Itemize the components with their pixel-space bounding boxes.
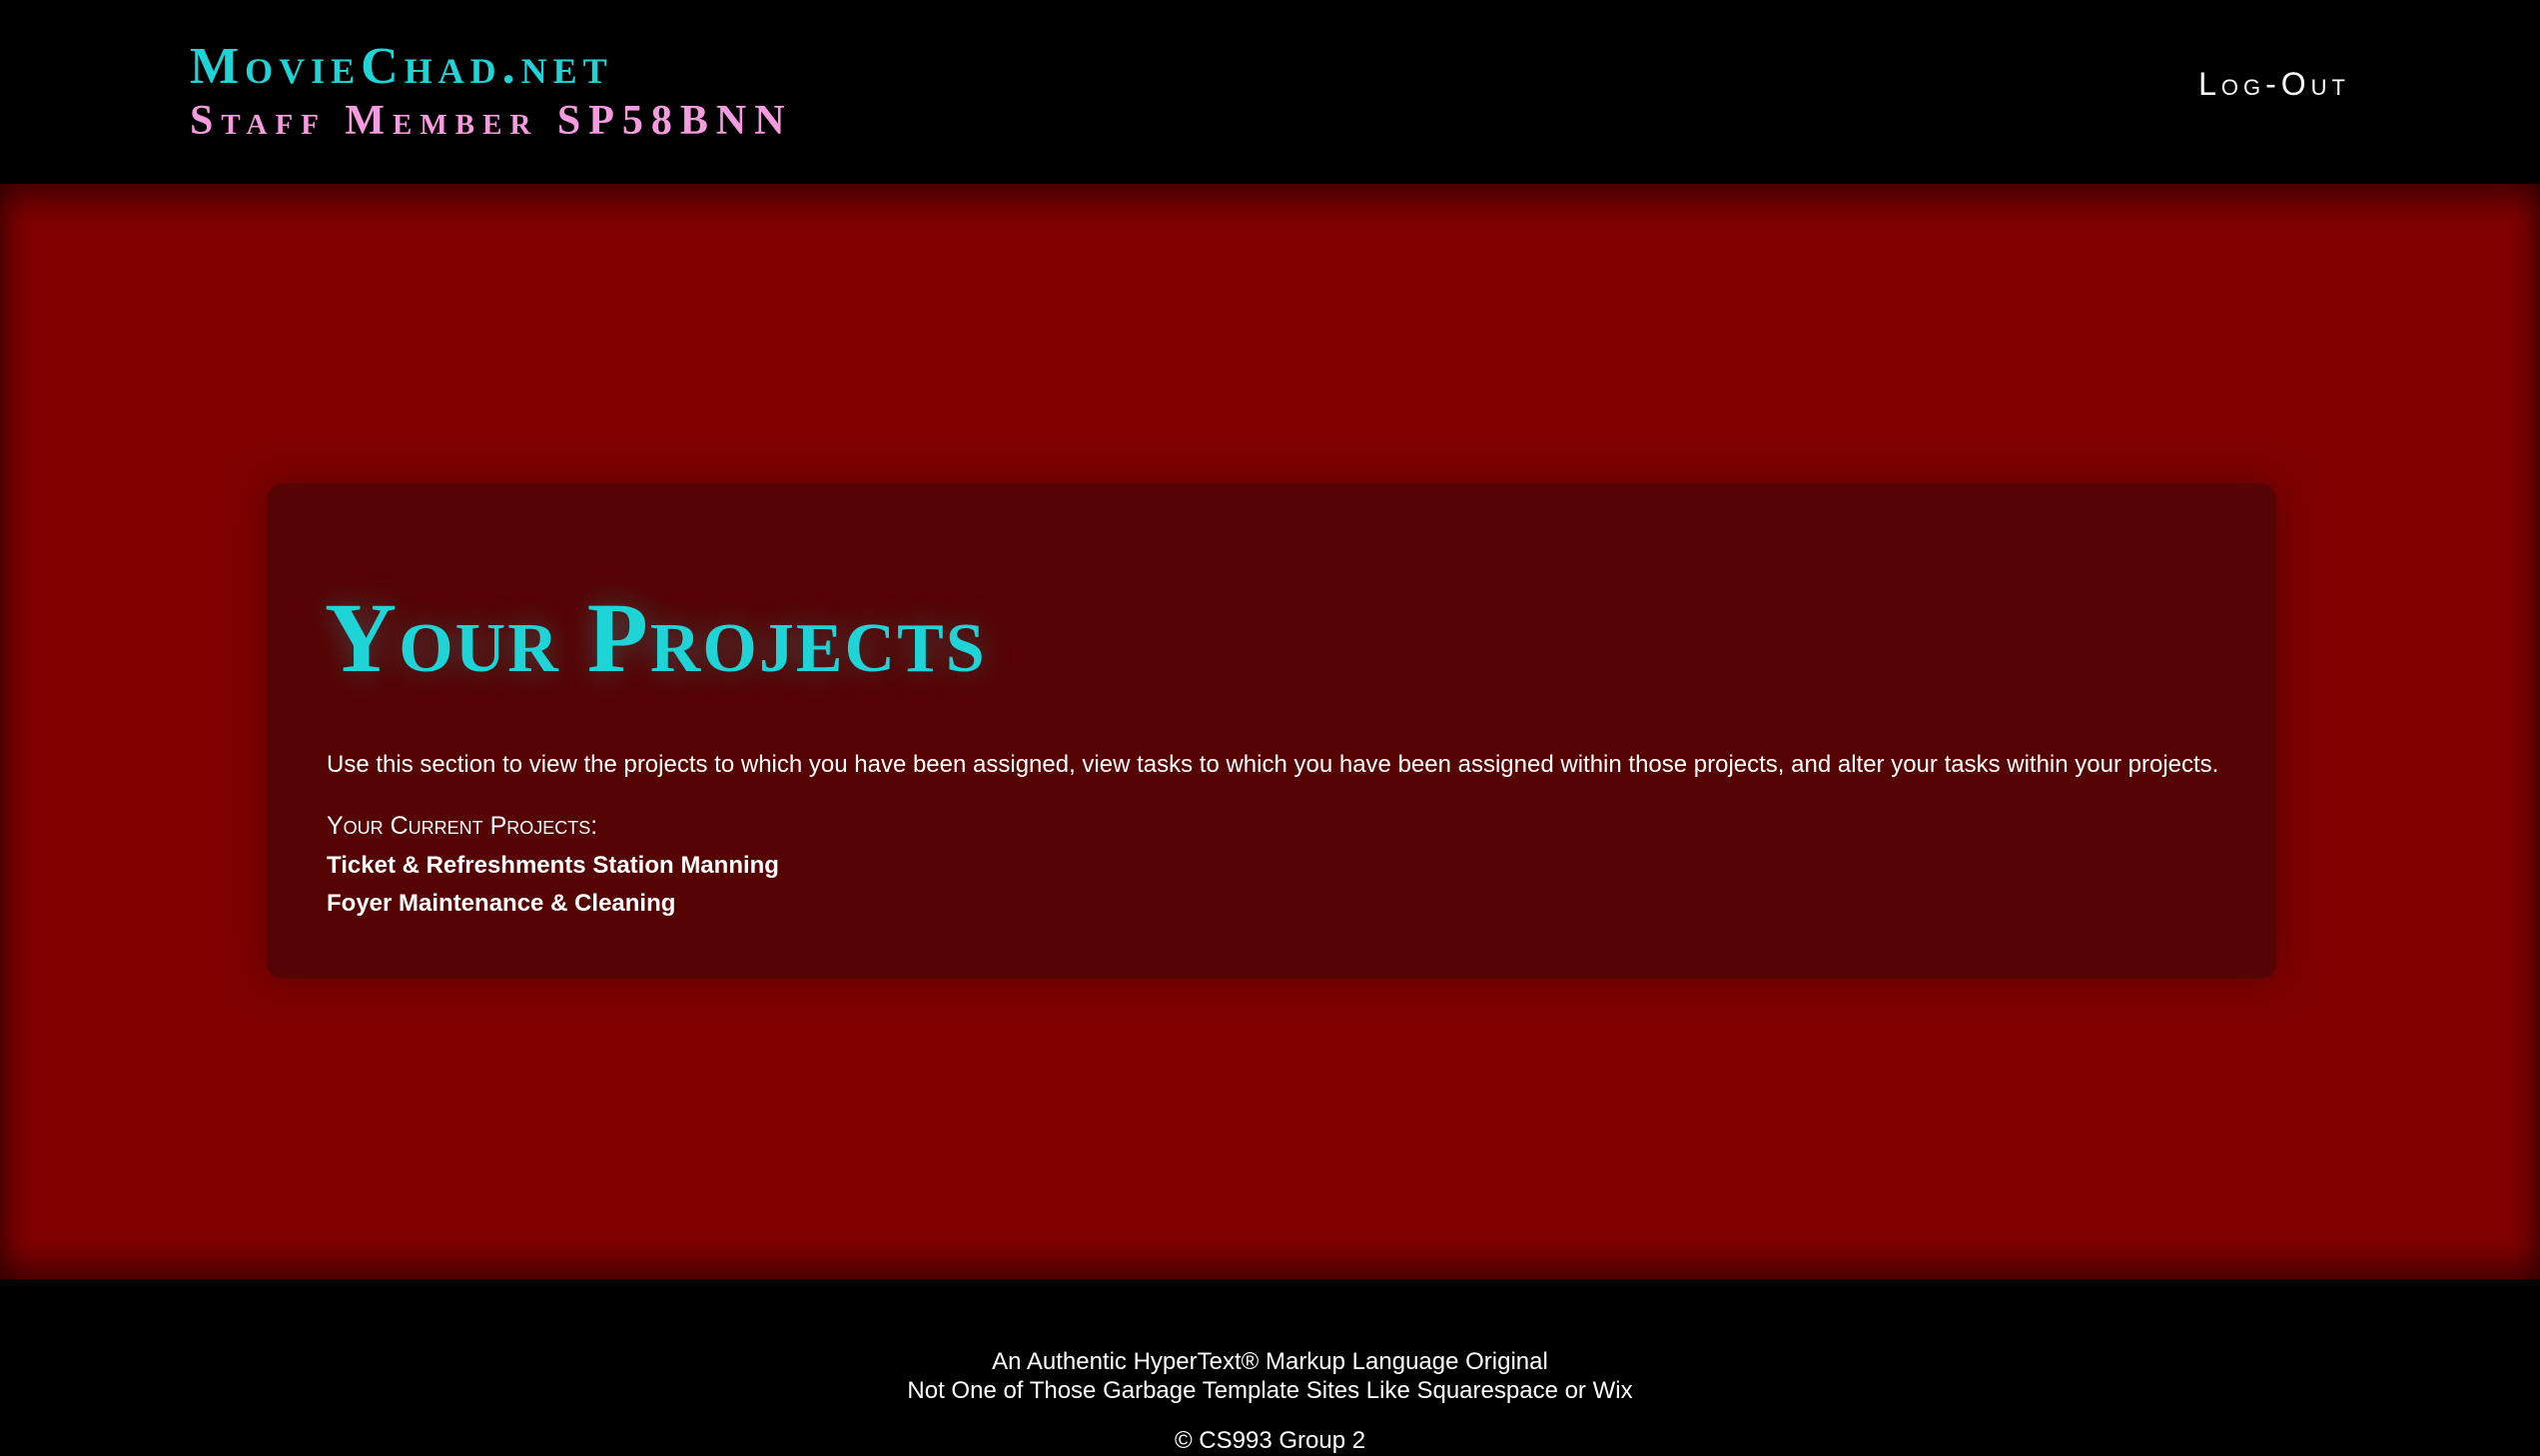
footer-subtagline: Not One of Those Garbage Template Sites … — [907, 1377, 1633, 1404]
footer-tagline: An Authentic HyperText® Markup Language … — [992, 1348, 1548, 1375]
site-header: MovieChad.net Staff Member SP58BNN Log-O… — [0, 0, 2540, 184]
project-item-foyer-maintenance[interactable]: Foyer Maintenance & Cleaning — [327, 885, 779, 923]
logout-link[interactable]: Log-Out — [2198, 66, 2350, 103]
project-item-ticket-refreshments[interactable]: Ticket & Refreshments Station Manning — [327, 847, 779, 885]
page-title: Your Projects — [325, 582, 987, 693]
brand: MovieChad.net Staff Member SP58BNN — [190, 38, 793, 146]
intro-text: Use this section to view the projects to… — [327, 751, 2219, 778]
staff-member-label: Staff Member SP58BNN — [190, 98, 793, 144]
main-content: Your Projects Use this section to view t… — [0, 184, 2540, 1279]
project-list: Ticket & Refreshments Station Manning Fo… — [327, 847, 779, 923]
site-footer: An Authentic HyperText® Markup Language … — [0, 1279, 2540, 1454]
projects-heading: Your Current Projects: — [327, 812, 598, 840]
footer-copyright: © CS993 Group 2 — [1174, 1427, 1366, 1454]
site-title[interactable]: MovieChad.net — [190, 38, 793, 96]
projects-panel: Your Projects Use this section to view t… — [267, 483, 2276, 979]
